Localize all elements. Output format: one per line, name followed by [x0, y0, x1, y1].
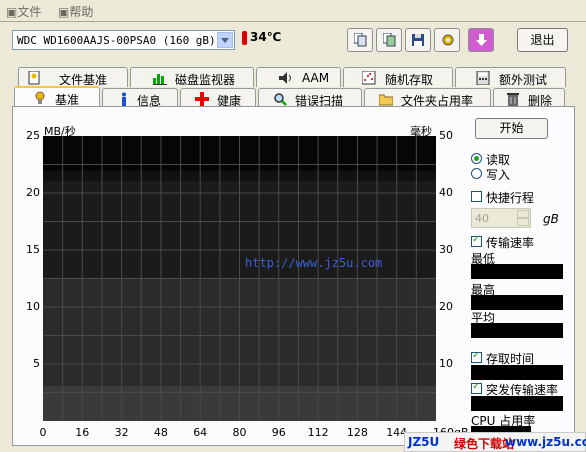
x-tick-label: 48 [153, 426, 168, 439]
spin-down-icon[interactable] [517, 218, 529, 226]
y-left-tick-label: 25 [26, 129, 40, 142]
wrench-icon [441, 33, 454, 47]
burst-value-box [471, 396, 563, 411]
download-button[interactable] [468, 28, 494, 52]
watermark: http://www.jz5u.com [245, 256, 383, 270]
y-right-tick-label: 50 [439, 129, 453, 142]
quick-unit: gB [543, 212, 559, 226]
y-right-tick-label: 20 [439, 300, 453, 313]
x-tick-label: 16 [75, 426, 90, 439]
chevron-down-icon[interactable] [217, 32, 233, 48]
quick-label: 快捷行程 [486, 191, 535, 205]
tab-delete[interactable]: 删除 [493, 88, 565, 108]
bar-chart-icon [153, 71, 167, 85]
magnifier-icon [273, 92, 287, 106]
folder-icon [378, 92, 394, 106]
tab-folder-usage[interactable]: 文件夹占用率 [364, 88, 491, 108]
tab-label: 额外测试 [499, 73, 548, 87]
floppy-icon [412, 33, 425, 47]
menu-file[interactable]: ▣文件 [6, 3, 41, 20]
drive-select[interactable]: WDC WD1600AAJS-00PSA0 (160 gB) [12, 30, 235, 50]
x-tick-label: 96 [271, 426, 286, 439]
x-tick-label: 80 [232, 426, 247, 439]
tab-label: 磁盘监视器 [175, 73, 236, 87]
thermometer-icon [242, 30, 247, 45]
transfer-label: 传输速率 [486, 236, 535, 250]
copy-icon [353, 32, 367, 47]
red-cross-icon [195, 92, 209, 106]
tab-health[interactable]: 健康 [180, 88, 256, 108]
temperature-display: 34℃ [242, 30, 281, 45]
benchmark-chart [43, 136, 436, 421]
start-button[interactable]: 开始 [475, 118, 548, 139]
read-radio[interactable] [471, 153, 482, 164]
copy-image-icon [382, 32, 396, 47]
tab-label: 随机存取 [385, 73, 434, 87]
y-left-tick-label: 5 [33, 357, 40, 370]
calculator-icon [476, 70, 490, 86]
tab-random-access[interactable]: 随机存取 [343, 67, 453, 87]
scatter-icon [361, 70, 376, 85]
drive-name: WDC WD1600AAJS-00PSA0 (160 gB) [17, 34, 216, 47]
tab-extra-tests[interactable]: 额外测试 [455, 67, 566, 87]
y-left-tick-label: 15 [26, 243, 40, 256]
min-value-box [471, 264, 563, 279]
copy-text-button[interactable] [347, 28, 373, 52]
x-tick-label: 112 [307, 426, 329, 439]
file-benchmark-icon [27, 70, 41, 85]
access-checkbox[interactable] [471, 350, 482, 363]
quick-stepper[interactable]: 40 [471, 208, 531, 228]
tab-disk-monitor[interactable]: 磁盘监视器 [130, 67, 254, 87]
write-label: 写入 [486, 168, 511, 182]
tab-error-scan[interactable]: 错误扫描 [258, 88, 362, 108]
quick-value: 40 [475, 212, 489, 225]
avg-value-box [471, 323, 563, 338]
tab-file-benchmark[interactable]: 文件基准 [18, 67, 128, 87]
tab-aam[interactable]: AAM [256, 67, 341, 87]
info-icon [117, 92, 131, 106]
banner-url: www.jz5u.com [505, 435, 586, 449]
y-left-tick-label: 10 [26, 300, 40, 313]
access-value-box [471, 365, 563, 380]
y-right-tick-label: 30 [439, 243, 453, 256]
options-button[interactable] [434, 28, 460, 52]
menu-separator [0, 21, 586, 22]
save-button[interactable] [405, 28, 431, 52]
transfer-checkbox[interactable] [471, 234, 482, 247]
chart-grid [43, 136, 436, 421]
burst-checkbox[interactable] [471, 381, 482, 394]
exit-button[interactable]: 退出 [517, 28, 568, 52]
quick-checkbox[interactable] [471, 191, 482, 202]
tab-benchmark[interactable]: 基准 [14, 86, 100, 108]
x-tick-label: 128 [346, 426, 368, 439]
menu-help[interactable]: ▣帮助 [58, 3, 93, 20]
x-tick-label: 0 [39, 426, 47, 439]
spin-up-icon[interactable] [517, 210, 529, 218]
speaker-icon [279, 71, 293, 85]
temperature-value: 34℃ [250, 30, 282, 44]
y-right-tick-label: 10 [439, 357, 453, 370]
copy-image-button[interactable] [376, 28, 402, 52]
y-left-tick-label: 20 [26, 186, 40, 199]
arrow-down-icon [475, 33, 488, 47]
x-tick-label: 64 [193, 426, 208, 439]
tab-info[interactable]: 信息 [102, 88, 178, 108]
trash-icon [506, 92, 520, 106]
write-radio[interactable] [471, 168, 482, 179]
site-banner: JZ5U 绿色下载站 www.jz5u.com [404, 432, 586, 452]
benchmark-icon [33, 91, 47, 105]
x-tick-label: 32 [114, 426, 129, 439]
menu-bar: ▣文件 ▣帮助 [0, 0, 586, 20]
y-right-tick-label: 40 [439, 186, 453, 199]
tab-label: AAM [302, 71, 330, 85]
max-value-box [471, 295, 563, 310]
banner-brand: JZ5U [408, 435, 440, 449]
